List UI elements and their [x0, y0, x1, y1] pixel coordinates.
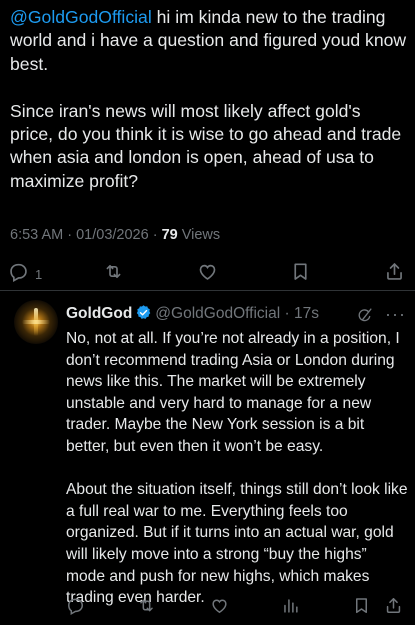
like-icon [210, 599, 229, 619]
display-name[interactable]: GoldGod [66, 305, 132, 322]
main-post: @GoldGodOfficial hi im kinda new to the … [10, 6, 408, 193]
post-meta: 6:53 AM · 01/03/2026 · 79 Views [10, 227, 221, 243]
views-icon [281, 599, 300, 619]
reply-text: No, not at all. If you’re not already in… [66, 330, 408, 607]
reply-reply-button[interactable] [66, 596, 85, 620]
divider [0, 290, 415, 291]
reply-like-button[interactable] [210, 596, 229, 620]
post-actions: 1 [0, 255, 415, 289]
handle[interactable]: @GoldGodOfficial [155, 305, 280, 322]
bookmark-icon [352, 598, 371, 619]
bookmark-icon [290, 261, 311, 287]
reply-header: GoldGod @GoldGodOfficial · 17s [66, 304, 319, 322]
reply-icon [66, 598, 85, 619]
time-ago: 17s [293, 305, 319, 322]
share-icon [384, 261, 405, 287]
more-icon[interactable]: ··· [385, 304, 406, 325]
avatar[interactable] [14, 300, 58, 344]
reply-count: 1 [35, 266, 43, 282]
reply-retweet-button[interactable] [137, 596, 156, 620]
retweet-icon [137, 599, 156, 619]
reply-share-button[interactable] [384, 596, 403, 620]
post-body: hi im kinda new to the trading world and… [10, 7, 407, 191]
reply-actions [0, 596, 415, 620]
verified-badge-icon [135, 304, 152, 321]
retweet-button[interactable] [103, 261, 124, 287]
reply-button[interactable]: 1 [8, 261, 42, 287]
reply-views-button[interactable] [281, 596, 300, 620]
retweet-icon [103, 261, 124, 287]
views-label[interactable]: Views [182, 227, 220, 243]
like-icon [197, 261, 218, 287]
grok-icon[interactable] [356, 307, 373, 324]
share-button[interactable] [384, 261, 405, 287]
reply-bookmark-button[interactable] [352, 596, 371, 620]
reply-icon [8, 261, 29, 287]
bookmark-button[interactable] [290, 261, 311, 287]
views-count[interactable]: 79 [162, 227, 178, 243]
mention-link[interactable]: @GoldGodOfficial [10, 7, 152, 27]
share-icon [384, 598, 403, 619]
post-date: 01/03/2026 [76, 227, 149, 243]
like-button[interactable] [197, 261, 218, 287]
post-text: @GoldGodOfficial hi im kinda new to the … [10, 6, 408, 193]
post-time: 6:53 AM [10, 227, 64, 243]
